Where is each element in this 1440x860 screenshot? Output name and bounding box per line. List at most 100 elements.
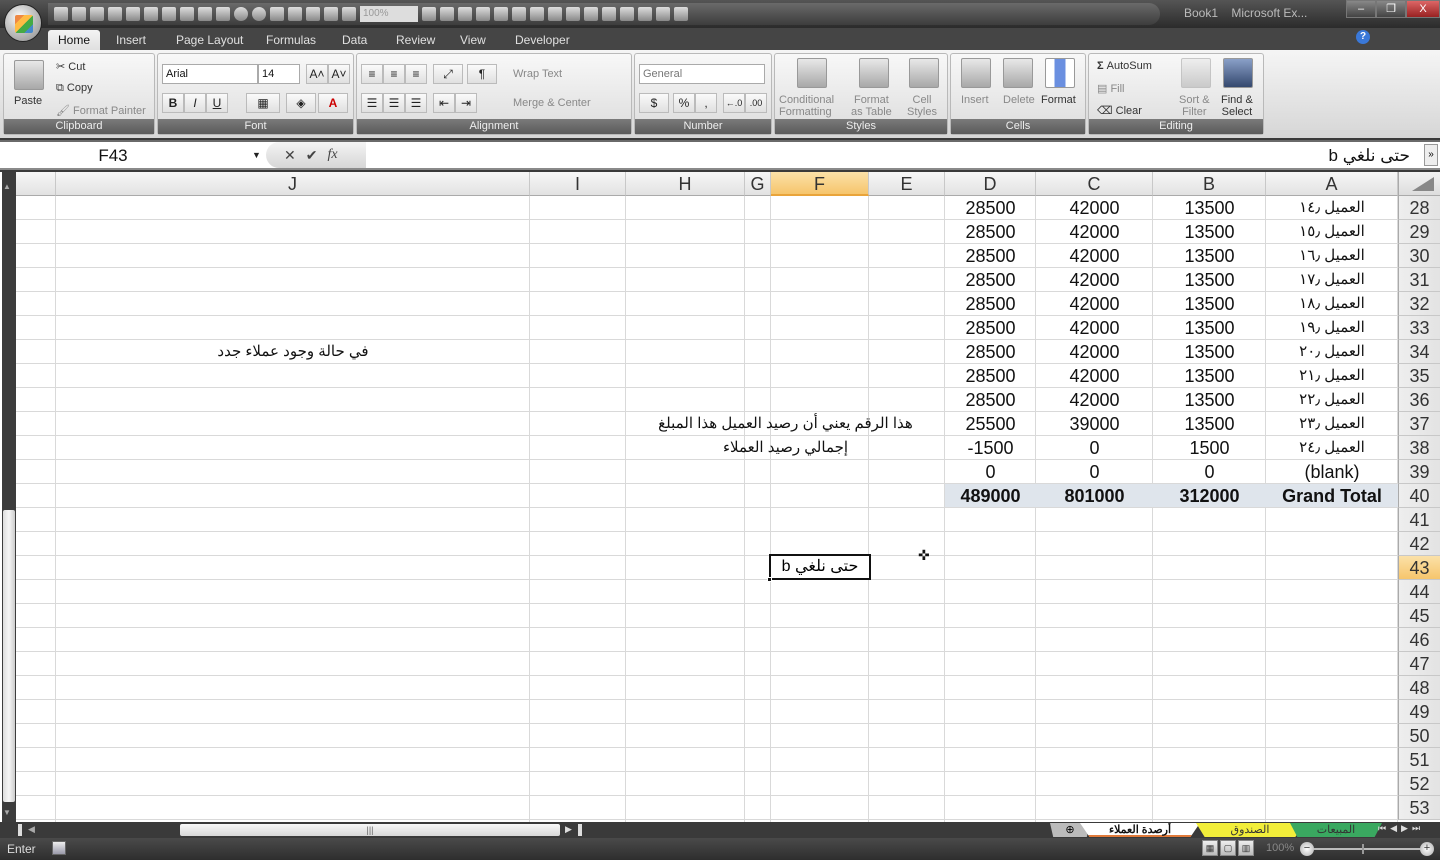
- font-size-select[interactable]: 14: [258, 64, 300, 84]
- scroll-up-icon[interactable]: ▲: [3, 182, 11, 191]
- cell-a35[interactable]: العميل ٢١٫: [1266, 364, 1398, 388]
- zoom-slider-thumb[interactable]: [1362, 844, 1364, 854]
- italic-button[interactable]: I: [184, 93, 206, 113]
- freeze-icon[interactable]: [198, 7, 212, 21]
- insert-function-icon[interactable]: fx: [327, 147, 337, 163]
- print-icon[interactable]: [638, 7, 652, 21]
- active-cell-f43[interactable]: حتى نلغي b: [769, 554, 871, 580]
- tab-formulas[interactable]: Formulas: [256, 30, 326, 50]
- grand-total-b[interactable]: 312000: [1153, 484, 1266, 508]
- scroll-down-icon[interactable]: ▼: [3, 808, 11, 817]
- shape-icon[interactable]: [234, 7, 248, 21]
- align-middle-button[interactable]: ≡: [383, 64, 405, 84]
- name-box-dropdown-icon[interactable]: ▼: [252, 150, 261, 160]
- autosum-button[interactable]: Σ AutoSum: [1097, 60, 1152, 72]
- cell-a37[interactable]: العميل ٢٣٫: [1266, 412, 1398, 436]
- cut-button[interactable]: ✂ Cut: [56, 60, 85, 73]
- row-header-41[interactable]: 41: [1398, 508, 1440, 532]
- cell-c32[interactable]: 42000: [1036, 292, 1153, 316]
- qat-zoom-box[interactable]: 100%: [360, 6, 418, 22]
- cell-a30[interactable]: العميل ١٦٫: [1266, 244, 1398, 268]
- confirm-entry-icon[interactable]: ✔: [306, 147, 318, 164]
- cell-c37[interactable]: 39000: [1036, 412, 1153, 436]
- cell-b35[interactable]: 13500: [1153, 364, 1266, 388]
- zoom-out-icon[interactable]: −: [1300, 842, 1314, 856]
- align-top-button[interactable]: ≡: [361, 64, 383, 84]
- wrap-text-button[interactable]: Wrap Text: [513, 68, 562, 80]
- borders-button[interactable]: ▦: [246, 93, 280, 113]
- columns-icon[interactable]: [494, 7, 508, 21]
- column-header-j[interactable]: J: [56, 172, 530, 196]
- column-header-d[interactable]: D: [945, 172, 1036, 196]
- row-header-47[interactable]: 47: [1398, 652, 1440, 676]
- cell-d29[interactable]: 28500: [945, 220, 1036, 244]
- column-header-g[interactable]: G: [745, 172, 771, 196]
- filter-icon[interactable]: [270, 7, 284, 21]
- calc-icon[interactable]: [476, 7, 490, 21]
- row-header-28[interactable]: 28: [1398, 196, 1440, 220]
- tab-developer[interactable]: Developer: [505, 30, 580, 50]
- cell-styles-button[interactable]: Cell Styles: [907, 94, 937, 118]
- clear-button[interactable]: ⌫ Clear: [1097, 104, 1142, 117]
- row-header-40[interactable]: 40: [1398, 484, 1440, 508]
- cell-b28[interactable]: 13500: [1153, 196, 1266, 220]
- cell-a36[interactable]: العميل ٢٢٫: [1266, 388, 1398, 412]
- scroll-left-icon[interactable]: ◀: [28, 824, 35, 835]
- row-header-53[interactable]: 53: [1398, 796, 1440, 820]
- tab-home[interactable]: Home: [48, 30, 101, 50]
- minimize-button[interactable]: –: [1346, 0, 1376, 18]
- expand-formula-bar-icon[interactable]: »: [1424, 144, 1438, 166]
- calculator-icon[interactable]: [602, 7, 616, 21]
- fill-button[interactable]: ▤ Fill: [1097, 82, 1125, 95]
- insert-cells-button[interactable]: Insert: [961, 94, 989, 106]
- cell-a29[interactable]: العميل ١٥٫: [1266, 220, 1398, 244]
- cell-d32[interactable]: 28500: [945, 292, 1036, 316]
- orientation-button[interactable]: ⤢: [433, 64, 463, 84]
- row-header-35[interactable]: 35: [1398, 364, 1440, 388]
- name-box[interactable]: F43: [2, 144, 264, 168]
- tab-data[interactable]: Data: [332, 30, 377, 50]
- tab-page-layout[interactable]: Page Layout: [166, 30, 253, 50]
- row-header-44[interactable]: 44: [1398, 580, 1440, 604]
- find-select-button[interactable]: Find & Select: [1221, 94, 1253, 118]
- copy-button[interactable]: ⧉ Copy: [56, 82, 93, 95]
- split-icon[interactable]: [216, 7, 230, 21]
- cell-c36[interactable]: 42000: [1036, 388, 1153, 412]
- row-header-42[interactable]: 42: [1398, 532, 1440, 556]
- help-icon[interactable]: ?: [1356, 30, 1370, 44]
- circle-icon[interactable]: [252, 7, 266, 21]
- list-icon[interactable]: [306, 7, 320, 21]
- pivot-icon[interactable]: [656, 7, 670, 21]
- bar-chart-icon[interactable]: [512, 7, 526, 21]
- cell-c28[interactable]: 42000: [1036, 196, 1153, 220]
- chart-icon[interactable]: [422, 7, 436, 21]
- prev-sheet-icon[interactable]: ◀: [1390, 823, 1397, 834]
- bold-button[interactable]: B: [162, 93, 184, 113]
- customize-qat-icon[interactable]: [674, 7, 688, 21]
- cell-a32[interactable]: العميل ١٨٫: [1266, 292, 1398, 316]
- brush-icon[interactable]: [126, 7, 140, 21]
- cell-b29[interactable]: 13500: [1153, 220, 1266, 244]
- cell-d37[interactable]: 25500: [945, 412, 1036, 436]
- horizontal-scroll-thumb[interactable]: |||: [180, 824, 560, 836]
- cell-d35[interactable]: 28500: [945, 364, 1036, 388]
- tab-split-handle[interactable]: [578, 824, 582, 836]
- scroll-right-icon[interactable]: ▶: [565, 824, 572, 835]
- sort-icon[interactable]: [530, 7, 544, 21]
- grid-icon[interactable]: [180, 7, 194, 21]
- note-total-balance[interactable]: إجمالي رصيد العملاء: [626, 436, 945, 460]
- cell-d30[interactable]: 28500: [945, 244, 1036, 268]
- cell-c35[interactable]: 42000: [1036, 364, 1153, 388]
- redo-icon[interactable]: [90, 7, 104, 21]
- folder-icon[interactable]: [548, 7, 562, 21]
- row-header-43[interactable]: 43: [1398, 556, 1440, 580]
- page-break-view-icon[interactable]: ▥: [1238, 840, 1254, 856]
- tab-view[interactable]: View: [450, 30, 496, 50]
- note-balance-meaning[interactable]: هذا الرقم يعني أن رصيد العميل هذا المبلغ: [626, 412, 945, 436]
- row-header-33[interactable]: 33: [1398, 316, 1440, 340]
- row-header-31[interactable]: 31: [1398, 268, 1440, 292]
- text-icon[interactable]: [324, 7, 338, 21]
- fill-handle[interactable]: [767, 577, 772, 582]
- rtl-button[interactable]: ¶: [467, 64, 497, 84]
- save-icon[interactable]: [54, 7, 68, 21]
